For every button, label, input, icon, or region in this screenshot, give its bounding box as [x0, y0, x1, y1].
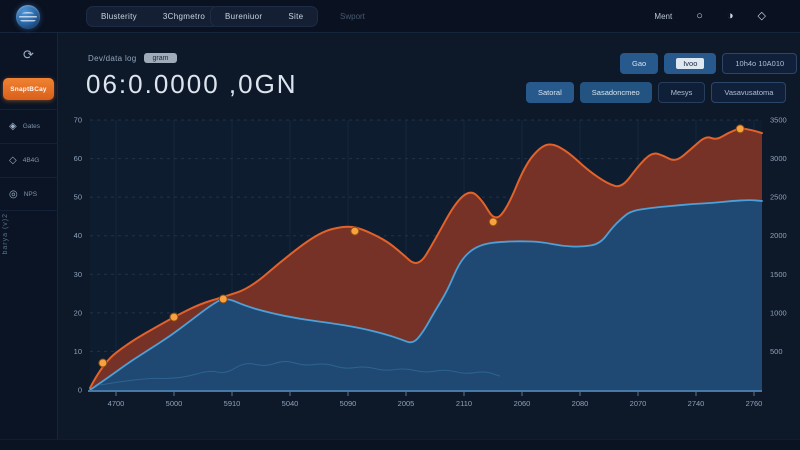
data-point-marker[interactable] [350, 226, 360, 236]
timestamp-button[interactable]: 10h4o 10A010 [722, 53, 798, 74]
x-axis-label: 5040 [282, 399, 299, 408]
diamond-outline-icon: ◇ [9, 155, 17, 166]
nav-item-1[interactable]: Blusterity [101, 12, 137, 21]
main-panel: Dev/data log gram 06:0.0000 ,0GN Gao Ivo… [58, 33, 800, 450]
y-axis-right-label: 3500 [770, 116, 787, 125]
x-axis-label: 2070 [630, 399, 647, 408]
y-axis-left-label: 30 [74, 270, 82, 279]
diamond-filled-icon: ◈ [9, 121, 17, 132]
sidebar-item-nps[interactable]: ◎ NPS [0, 177, 58, 211]
y-axis-right-label: 1000 [770, 308, 787, 317]
title-badge: gram [143, 53, 178, 63]
sidebar-item-label: Gates [22, 123, 41, 130]
circle-status-icon[interactable]: ○ [696, 11, 703, 22]
data-point-marker[interactable] [488, 217, 498, 227]
nav-item-3[interactable]: Bureniuor [225, 12, 262, 21]
y-axis-left-label: 60 [74, 154, 82, 163]
chart-canvas[interactable]: 70 3500 60 3000 50 2500 40 2000 30 1500 20 1000 10 50… [74, 115, 787, 409]
theme-moon-icon[interactable]: ◑ [727, 11, 734, 22]
refresh-icon[interactable]: ⟳ [0, 47, 57, 63]
sidebar-active-label: SnaptBCay [10, 85, 47, 93]
x-axis-label: 5090 [340, 399, 357, 408]
x-axis-label: 4700 [108, 399, 125, 408]
nav-item-2[interactable]: 3Chgmetro [163, 12, 205, 21]
x-axis-label: 2060 [514, 399, 531, 408]
target-icon: ◎ [9, 188, 18, 200]
range-button-1[interactable]: Gao [620, 53, 659, 74]
y-axis-left-label: 70 [74, 116, 82, 125]
nav-item-4[interactable]: Site [288, 12, 303, 21]
footer-band [0, 439, 800, 450]
top-nav-bar: Blusterity 3Chgmetro Bureniuor Site Swpo… [0, 0, 800, 33]
y-axis-right-label: 1500 [770, 270, 787, 279]
sidebar: ⟳ SnaptBCay ◈ Gates ◇ 4B4G ◎ NPS barya (… [0, 33, 58, 450]
y-axis-right-label: 3000 [770, 154, 787, 163]
x-axis-label: 5910 [224, 399, 241, 408]
range-button-2[interactable]: Ivoo [664, 53, 717, 74]
y-axis-right-label: 500 [770, 347, 783, 356]
x-axis-label: 5000 [166, 399, 183, 408]
filter-button-3[interactable]: Mesys [657, 82, 706, 103]
logo-globe-icon[interactable] [16, 5, 40, 29]
x-axis-label: 2760 [746, 399, 763, 408]
filter-button-1[interactable]: Satoral [526, 82, 574, 103]
metric-value: 06:0.0000 ,0GN [86, 69, 298, 99]
y-axis-right-label: 2500 [770, 193, 787, 202]
data-point-marker[interactable] [98, 358, 108, 368]
data-point-marker[interactable] [735, 124, 745, 134]
x-axis-label: 2110 [456, 399, 472, 408]
nav-right-cluster: Ment ○ ◑ ◇ [654, 0, 766, 33]
nav-group-primary: Blusterity 3Chgmetro [86, 6, 221, 27]
y-axis-left-label: 10 [74, 347, 82, 356]
y-axis-left-label: 50 [74, 193, 82, 202]
x-axis-label: 2740 [688, 399, 705, 408]
x-axis-label: 2080 [572, 399, 589, 408]
y-axis-left-label: 40 [74, 231, 82, 240]
toolbar-row-1: Gao Ivoo 10h4o 10A010 [620, 53, 798, 74]
nav-item-support[interactable]: Swport [340, 12, 365, 21]
sidebar-item-active[interactable]: SnaptBCay [3, 78, 54, 100]
sidebar-item-label: NPS [23, 190, 38, 198]
menu-label[interactable]: Ment [654, 12, 672, 21]
y-axis-left-label: 20 [74, 308, 82, 317]
sidebar-item-4b4g[interactable]: ◇ 4B4G [0, 143, 58, 177]
sidebar-item-label: 4B4G [22, 157, 40, 164]
x-axis-label: 2005 [398, 399, 415, 408]
data-point-marker[interactable] [169, 312, 179, 322]
toolbar-row-2: Satoral Sasadoncmeo Mesys Vasavusatoma [526, 82, 787, 103]
sidebar-vertical-label: barya (v)2 [2, 213, 9, 255]
area-chart[interactable]: 70 3500 60 3000 50 2500 40 2000 30 1500 20 1000 10 50… [74, 115, 787, 409]
diamond-icon[interactable]: ◇ [758, 11, 766, 22]
y-axis-left-label: 0 [78, 386, 82, 395]
filter-button-4[interactable]: Vasavusatoma [711, 82, 787, 103]
y-axis-right-label: 2000 [770, 231, 787, 240]
filter-button-2[interactable]: Sasadoncmeo [579, 82, 652, 103]
page-title: Dev/data log [88, 53, 137, 63]
nav-group-secondary: Bureniuor Site [210, 6, 319, 27]
range-button-2-label: Ivoo [676, 58, 705, 69]
sidebar-item-gates[interactable]: ◈ Gates [0, 109, 58, 143]
data-point-marker[interactable] [218, 294, 228, 304]
